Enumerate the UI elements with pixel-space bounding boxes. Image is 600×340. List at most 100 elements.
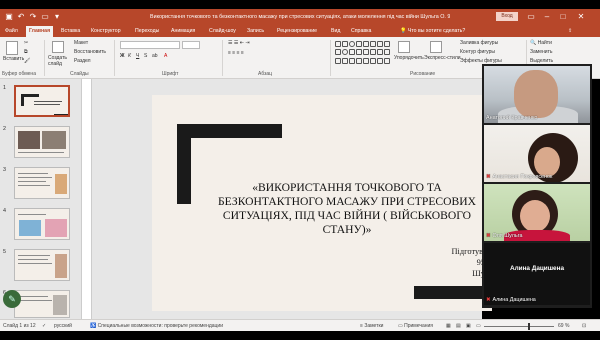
tab-insert[interactable]: Вставка — [58, 26, 83, 37]
minimize-icon[interactable]: – — [540, 11, 554, 23]
shape-outline-button[interactable]: Контур фигуры — [460, 49, 495, 56]
normal-view-icon[interactable]: ▦ — [446, 322, 451, 330]
tab-help[interactable]: Справка — [348, 26, 374, 37]
slide-thumbnail-4[interactable] — [14, 208, 70, 240]
zoom-slider-handle[interactable] — [528, 323, 530, 330]
slide-thumbnail-1[interactable] — [14, 85, 70, 117]
slide-thumbnail-2[interactable] — [14, 126, 70, 158]
author-block[interactable]: Підготувала студ 957 групи Шульга Ол — [402, 246, 493, 279]
redo-icon[interactable]: ↷ — [28, 12, 38, 22]
status-bar: Слайд 1 из 12 ✓ русский ♿ Специальные во… — [0, 319, 600, 331]
tell-me-label: Что вы хотите сделать? — [407, 28, 466, 34]
tab-home[interactable]: Главная — [26, 26, 54, 37]
slide-thumbnail-5[interactable] — [14, 249, 70, 281]
participant-name: Алина Дацишена — [492, 297, 536, 303]
accessibility-label: Специальные возможности: проверьте реком… — [97, 323, 223, 329]
slide-thumbnail-6[interactable] — [14, 290, 70, 318]
tell-me-search[interactable]: 💡 Что вы хотите сделать? — [400, 26, 465, 37]
participant-tile[interactable]: ✖ Анастасия Покровсенок — [484, 125, 590, 182]
bold-button[interactable]: Ж — [120, 53, 125, 60]
shapes-gallery[interactable] — [335, 41, 390, 65]
copy-icon[interactable]: ⧉ — [24, 49, 28, 56]
thumb-photo — [42, 131, 66, 149]
save-icon[interactable]: ▣ — [4, 12, 14, 22]
divider — [330, 40, 331, 76]
quick-styles-button[interactable]: Экспресс-стили — [424, 55, 461, 62]
decorative-bar-bottom — [414, 286, 492, 299]
tab-slideshow[interactable]: Слайд-шоу — [206, 26, 239, 37]
slide-thumbnail-3[interactable] — [14, 167, 70, 199]
cut-icon[interactable]: ✂ — [24, 40, 28, 47]
accessibility-status[interactable]: ♿ Специальные возможности: проверьте рек… — [90, 322, 223, 330]
ribbon-display-icon[interactable]: ▭ — [524, 11, 538, 23]
tab-transitions[interactable]: Переходы — [132, 26, 162, 37]
font-family-select[interactable] — [120, 41, 180, 49]
participant-name-row: ✖ Оля Шульга — [486, 233, 523, 239]
strikethrough-button[interactable]: S — [144, 53, 147, 60]
present-icon[interactable]: ▭ — [40, 12, 50, 22]
section-button[interactable]: Раздел — [74, 58, 91, 65]
share-icon[interactable]: ⇪ — [568, 26, 572, 37]
participant-tile[interactable]: Алина Дацишена ✖ Алина Дацишена — [484, 243, 590, 305]
tab-design[interactable]: Конструктор — [88, 26, 124, 37]
arrange-button[interactable]: Упорядочить — [394, 55, 424, 62]
customize-icon[interactable]: ▾ — [52, 12, 62, 22]
pen-icon[interactable]: ✎ — [3, 290, 21, 308]
reading-view-icon[interactable]: ▣ — [466, 322, 471, 330]
undo-icon[interactable]: ↶ — [16, 12, 26, 22]
close-icon[interactable]: ✕ — [574, 11, 588, 23]
spellcheck-icon[interactable]: ✓ — [42, 322, 46, 330]
zoom-slider[interactable] — [484, 326, 554, 327]
participant-tile[interactable]: ✖ Оля Шульга — [484, 184, 590, 241]
new-slide-button[interactable]: Создать слайд — [48, 55, 72, 67]
tab-animations[interactable]: Анимация — [168, 26, 198, 37]
vertical-ruler — [82, 79, 92, 319]
new-slide-icon[interactable] — [52, 41, 64, 53]
format-painter-icon[interactable]: 🖌 — [24, 58, 30, 65]
zoom-level[interactable]: 69 % — [558, 322, 569, 330]
find-label: Найти — [537, 40, 552, 46]
participant-tile[interactable]: Анатолий Кравченко — [484, 66, 590, 123]
participant-video — [520, 200, 550, 232]
participant-video — [514, 70, 558, 118]
find-button[interactable]: 🔍 Найти — [530, 40, 552, 47]
participant-placeholder-name: Алина Дацишена — [509, 265, 565, 272]
paste-button[interactable]: Вставить — [3, 56, 24, 63]
underline-button[interactable]: Ч — [136, 53, 139, 60]
slide-title[interactable]: «Використання точкового та безконтактног… — [207, 181, 487, 237]
thumb-number: 1 — [3, 85, 6, 91]
tab-view[interactable]: Вид — [328, 26, 343, 37]
italic-button[interactable]: К — [128, 53, 131, 60]
fit-slide-icon[interactable]: ⊡ — [582, 322, 586, 330]
shadow-button[interactable]: ab — [152, 53, 158, 60]
comments-button[interactable]: ▭ Примечания — [398, 322, 433, 330]
sorter-view-icon[interactable]: ▤ — [456, 322, 461, 330]
language-indicator[interactable]: русский — [54, 322, 72, 330]
bullets-icon[interactable]: ☰ ☰ ⇤ ⇥ — [228, 40, 250, 47]
font-size-select[interactable] — [182, 41, 200, 49]
layout-button[interactable]: Макет — [74, 40, 88, 47]
thumb-photo — [55, 254, 67, 278]
align-icon[interactable]: ≡ ≡ ≡ ≡ — [228, 50, 244, 57]
shape-fill-button[interactable]: Заливка фигуры — [460, 40, 498, 47]
font-color-icon[interactable]: A — [164, 53, 167, 60]
slide-thumbnails-pane: 1 2 3 4 5 — [0, 79, 82, 319]
tab-review[interactable]: Рецензирование — [274, 26, 320, 37]
reset-button[interactable]: Восстановить — [74, 49, 106, 56]
quick-styles-icon[interactable] — [430, 41, 442, 53]
signin-button[interactable]: Вход — [496, 12, 518, 21]
paragraph-group-label: Абзац — [258, 71, 273, 77]
author-line-2: 957 групи — [402, 257, 492, 268]
slideshow-view-icon[interactable]: ▭ — [476, 322, 481, 330]
paste-icon[interactable] — [6, 41, 18, 55]
replace-button[interactable]: Заменить — [530, 49, 552, 56]
thumb-number: 3 — [3, 167, 6, 173]
tab-file[interactable]: Файл — [2, 26, 21, 37]
notes-button[interactable]: ≡ Заметки — [360, 322, 383, 330]
thumb-number: 5 — [3, 249, 6, 255]
current-slide[interactable]: «Використання точкового та безконтактног… — [152, 95, 492, 311]
arrange-icon[interactable] — [398, 41, 410, 53]
tab-record[interactable]: Запись — [244, 26, 267, 37]
maximize-icon[interactable]: □ — [556, 11, 570, 23]
thumb-text — [34, 101, 62, 102]
